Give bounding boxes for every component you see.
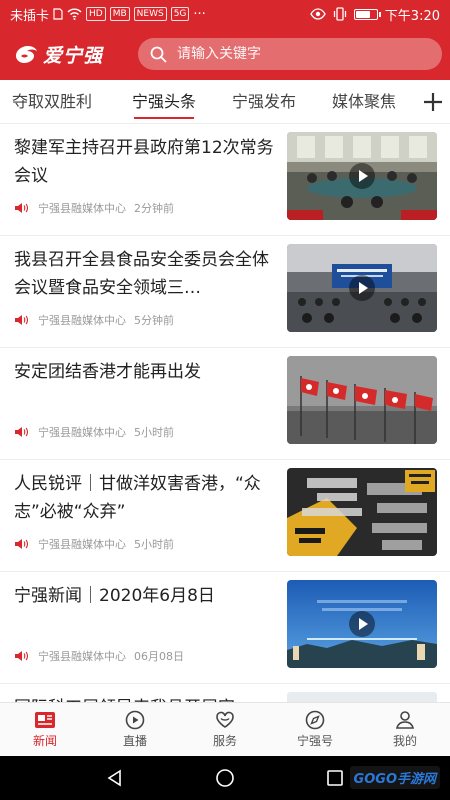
play-icon[interactable] xyxy=(349,163,375,189)
nav-label: 直播 xyxy=(122,734,147,748)
recent-apps-icon[interactable] xyxy=(325,768,345,788)
article-title: 宁强新闻｜2020年6月8日 xyxy=(14,586,215,606)
tab-fabu[interactable]: 宁强发布 xyxy=(232,80,296,123)
article-item[interactable]: 我县召开全县食品安全委员会全体会议暨食品安全领域三… 宁强县融媒体中心 5分钟前 xyxy=(0,236,450,348)
app-name: 爱宁强 xyxy=(43,44,104,67)
speaker-icon[interactable] xyxy=(14,314,28,326)
article-meta: 宁强县融媒体中心 5小时前 xyxy=(14,424,174,440)
article-item[interactable]: 国际科工展领导来我县开展字 xyxy=(0,684,450,702)
app-screen: 未插卡 HD MB NEWS 5G ··· 下午3:20 爱宁强 请输入关键字 … xyxy=(0,0,450,800)
vibrate-icon xyxy=(333,7,346,21)
article-thumbnail xyxy=(287,356,437,444)
back-icon[interactable] xyxy=(105,768,125,788)
article-time: 06月08日 xyxy=(134,650,184,663)
nav-service[interactable]: 服务 xyxy=(180,703,270,756)
article-thumbnail xyxy=(287,132,437,220)
tab-meiti[interactable]: 媒体聚焦 xyxy=(332,80,396,123)
nav-label: 服务 xyxy=(212,734,237,748)
tab-toutiao[interactable]: 宁强头条 xyxy=(132,80,196,123)
news-icon xyxy=(35,712,55,728)
article-meta: 宁强县融媒体中心 5分钟前 xyxy=(14,312,174,328)
status-left: 未插卡 HD MB NEWS 5G ··· xyxy=(10,5,310,24)
article-thumbnail xyxy=(287,580,437,668)
article-title: 黎建军主持召开县政府第12次常务会议 xyxy=(14,138,274,186)
article-thumbnail xyxy=(287,244,437,332)
article-thumbnail xyxy=(287,692,437,702)
search-icon xyxy=(150,46,167,62)
article-source: 宁强县融媒体中心 xyxy=(38,650,126,663)
article-meta: 宁强县融媒体中心 06月08日 xyxy=(14,648,184,664)
article-time: 5分钟前 xyxy=(134,314,174,327)
battery-icon xyxy=(353,8,381,20)
eye-icon xyxy=(310,8,326,20)
nav-label: 宁强号 xyxy=(296,734,333,748)
article-item[interactable]: 黎建军主持召开县政府第12次常务会议 宁强县融媒体中心 2分钟前 xyxy=(0,124,450,236)
article-item[interactable]: 人民锐评｜甘做洋奴害香港，“众志”必被“众弃” 宁强县融媒体中心 5小时前 xyxy=(0,460,450,572)
status-more: ··· xyxy=(193,6,206,22)
wifi-icon xyxy=(67,8,82,20)
nav-ningqianghao[interactable]: 宁强号 xyxy=(270,703,360,756)
article-item[interactable]: 宁强新闻｜2020年6月8日 宁强县融媒体中心 06月08日 xyxy=(0,572,450,684)
app-logo[interactable]: 爱宁强 xyxy=(12,41,132,68)
article-title: 国际科工展领导来我县开展字 xyxy=(14,694,278,702)
article-time: 5小时前 xyxy=(134,538,174,551)
status-chip-4: 5G xyxy=(170,7,190,21)
status-bar: 未插卡 HD MB NEWS 5G ··· 下午3:20 xyxy=(0,0,450,28)
article-title: 安定团结香港才能再出发 xyxy=(14,362,201,382)
category-tabs: 夺取双胜利 宁强头条 宁强发布 媒体聚焦 xyxy=(0,80,450,124)
speaker-icon[interactable] xyxy=(14,426,28,438)
nav-news[interactable]: 新闻 xyxy=(0,703,90,756)
clock-text: 下午3:20 xyxy=(384,8,440,24)
article-meta: 宁强县融媒体中心 2分钟前 xyxy=(14,200,174,216)
status-chip-2: MB xyxy=(109,7,130,21)
battery-level xyxy=(355,10,370,18)
speaker-icon[interactable] xyxy=(14,538,28,550)
speaker-icon[interactable] xyxy=(14,202,28,214)
speaker-icon[interactable] xyxy=(14,650,28,662)
status-chip-1: HD xyxy=(86,7,106,21)
live-play-icon xyxy=(125,710,145,730)
home-icon[interactable] xyxy=(215,768,235,788)
search-input[interactable] xyxy=(177,46,397,62)
nav-label: 新闻 xyxy=(32,734,57,748)
article-thumbnail xyxy=(287,468,437,556)
nav-live[interactable]: 直播 xyxy=(90,703,180,756)
app-header: 爱宁强 xyxy=(0,28,450,80)
user-icon xyxy=(395,711,415,729)
nav-mine[interactable]: 我的 xyxy=(360,703,450,756)
logo-mark-icon xyxy=(16,46,37,63)
status-right: 下午3:20 xyxy=(310,5,440,24)
article-time: 2分钟前 xyxy=(134,202,174,215)
article-source: 宁强县融媒体中心 xyxy=(38,426,126,439)
compass-icon xyxy=(305,710,325,730)
article-source: 宁强县融媒体中心 xyxy=(38,202,126,215)
sim-icon xyxy=(53,8,63,20)
article-item[interactable]: 安定团结香港才能再出发 宁强县融媒体中心 5小时前 xyxy=(0,348,450,460)
service-heart-icon xyxy=(216,711,234,728)
watermark-logo: GOGO手游网 xyxy=(349,766,440,789)
article-source: 宁强县融媒体中心 xyxy=(38,314,126,327)
tab-duoqu[interactable]: 夺取双胜利 xyxy=(12,80,92,123)
carrier-text: 未插卡 xyxy=(10,8,50,24)
article-list: 黎建军主持召开县政府第12次常务会议 宁强县融媒体中心 2分钟前 我县召开全县食… xyxy=(0,124,450,702)
article-title: 人民锐评｜甘做洋奴害香港，“众志”必被“众弃” xyxy=(14,474,261,522)
play-icon[interactable] xyxy=(349,275,375,301)
nav-label: 我的 xyxy=(392,734,417,748)
plus-icon xyxy=(424,93,442,111)
play-icon[interactable] xyxy=(349,611,375,637)
bottom-nav: 新闻 直播 服务 宁强号 我的 xyxy=(0,702,450,756)
article-meta: 宁强县融媒体中心 5小时前 xyxy=(14,536,174,552)
search-bar[interactable] xyxy=(138,38,442,70)
article-time: 5小时前 xyxy=(134,426,174,439)
add-channel-button[interactable] xyxy=(416,80,450,123)
status-chip-3: NEWS xyxy=(133,7,167,21)
article-source: 宁强县融媒体中心 xyxy=(38,538,126,551)
article-title: 我县召开全县食品安全委员会全体会议暨食品安全领域三… xyxy=(14,250,269,298)
